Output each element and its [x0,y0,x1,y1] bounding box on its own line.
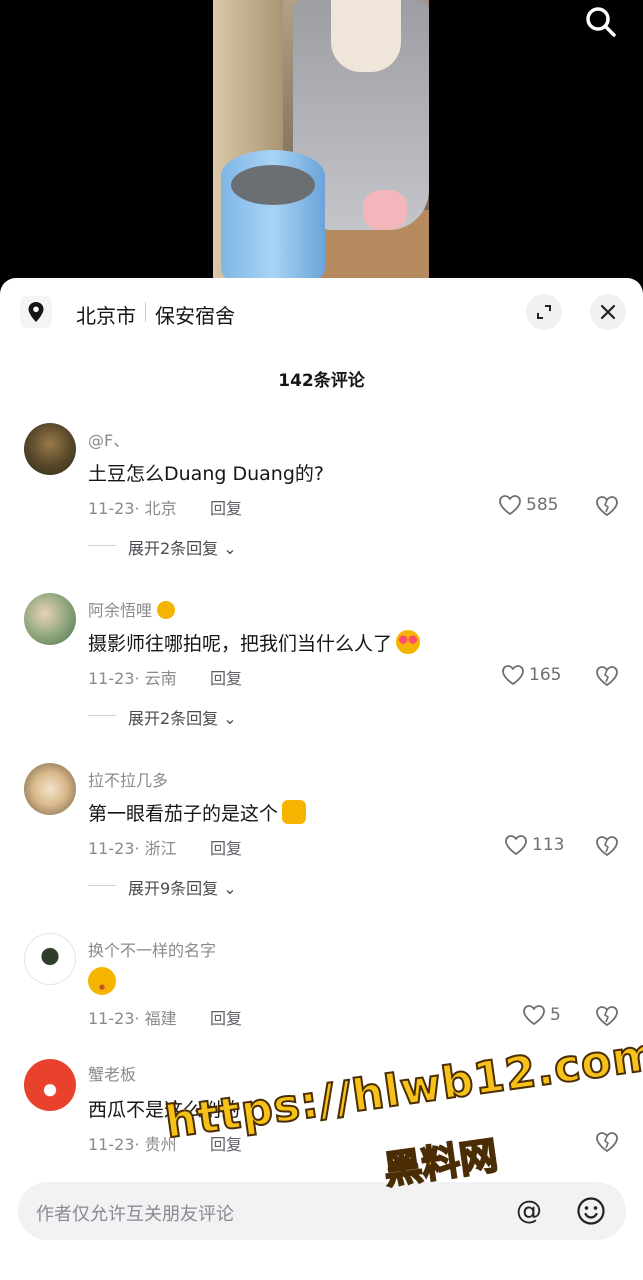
comment-meta: 11-23· 云南 [88,669,177,688]
comment-text-body: 第一眼看茄子的是这个 [88,803,279,825]
chevron-down-icon: ⌄ [223,879,237,898]
whistling-emoji-icon [88,967,116,995]
like-button[interactable]: 5 [522,1003,561,1027]
comment-date: 11-23 [88,1135,135,1154]
comment-date: 11-23 [88,499,135,518]
comment-username[interactable]: @F、 [88,427,129,451]
avatar[interactable] [24,933,76,985]
comment-region: 云南 [144,669,177,688]
dislike-icon[interactable] [594,833,620,857]
expand-divider [88,545,116,546]
comment-date: 11-23 [88,669,135,688]
dislike-icon[interactable] [594,663,620,687]
expand-replies-label: 展开9条回复 [128,879,219,898]
expand-icon [537,305,551,319]
location-place: 保安宿舍 [155,304,235,328]
comment-meta: 11-23· 北京 [88,499,177,518]
comment-meta: 11-23· 福建 [88,1009,177,1028]
mention-button[interactable]: @ [516,1196,542,1226]
reply-button[interactable]: 回复 [210,835,242,859]
like-count: 165 [529,665,562,685]
comment-username-text: 阿余悟哩 [88,601,153,620]
comment-text: 土豆怎么Duang Duang的? [88,463,324,485]
close-icon [600,304,616,320]
comment-region: 浙江 [144,839,177,858]
comment-date: 11-23 [88,839,135,858]
location-row[interactable]: 北京市 保安宿舍 [0,278,643,348]
video-person-top [331,0,401,72]
search-icon[interactable] [583,4,619,40]
expand-replies-label: 展开2条回复 [128,539,219,558]
expand-divider [88,715,116,716]
shrug-emoji-icon [157,601,176,619]
reply-button[interactable]: 回复 [210,495,242,519]
comment-text-body: 摄影师往哪拍呢，把我们当什么人了 [88,633,393,655]
reply-button[interactable]: 回复 [210,1005,242,1029]
location-city: 北京市 [76,304,136,328]
video-player[interactable] [0,0,643,290]
chevron-down-icon: ⌄ [223,709,237,728]
video-bucket-inside [231,165,315,205]
avatar[interactable] [24,1059,76,1111]
thumbs-up-emoji-icon [282,800,307,824]
comment-meta: 11-23· 浙江 [88,839,177,858]
comment-text: 摄影师往哪拍呢，把我们当什么人了 [88,629,421,656]
dislike-icon[interactable] [594,1003,620,1027]
like-count: 585 [526,495,559,515]
emoji-icon[interactable] [576,1196,606,1226]
heart-icon [523,1005,545,1026]
reply-button[interactable]: 回复 [210,665,242,689]
expand-replies-button[interactable]: 展开2条回复 ⌄ [128,535,237,559]
avatar[interactable] [24,423,76,475]
comment-text: 第一眼看茄子的是这个 [88,799,307,826]
location-pin-icon [20,296,52,328]
close-button[interactable] [590,294,626,330]
heart-eyes-emoji-icon [396,630,421,654]
like-button[interactable]: 585 [498,493,558,517]
comment-input[interactable]: 作者仅允许互关朋友评论 @ [18,1182,626,1240]
like-count: 5 [550,1005,561,1025]
like-button[interactable]: 113 [504,833,564,857]
comment-meta: 11-23· 贵州 [88,1135,177,1154]
comment-username[interactable]: 换个不一样的名字 [88,937,216,961]
chevron-down-icon: ⌄ [223,539,237,558]
comment-count: 142条评论 [278,371,365,391]
comment-username[interactable]: 蟹老板 [88,1061,136,1085]
video-frame [213,0,429,290]
comment-sheet: 北京市 保安宿舍 142条评论 @F、 土豆怎么Duang Duang的? 11… [0,278,643,1280]
like-button[interactable]: 165 [501,663,561,687]
comment-username[interactable]: 拉不拉几多 [88,767,168,791]
expand-replies-label: 展开2条回复 [128,709,219,728]
expand-replies-button[interactable]: 展开9条回复 ⌄ [128,875,237,899]
video-shoe [363,190,407,230]
heart-icon [499,495,521,516]
avatar[interactable] [24,763,76,815]
avatar[interactable] [24,593,76,645]
expand-replies-button[interactable]: 展开2条回复 ⌄ [128,705,237,729]
comment-region: 北京 [144,499,177,518]
expand-button[interactable] [526,294,562,330]
comment-region: 福建 [144,1009,177,1028]
dislike-icon[interactable] [594,493,620,517]
like-count: 113 [532,835,565,855]
comment-text [88,967,116,996]
expand-divider [88,885,116,886]
heart-icon [505,835,527,856]
heart-icon [502,665,524,686]
comment-date: 11-23 [88,1009,135,1028]
location-divider [145,302,146,322]
comment-input-placeholder: 作者仅允许互关朋友评论 [36,1204,234,1225]
dislike-icon[interactable] [594,1129,620,1153]
comment-username[interactable]: 阿余悟哩 [88,597,176,621]
